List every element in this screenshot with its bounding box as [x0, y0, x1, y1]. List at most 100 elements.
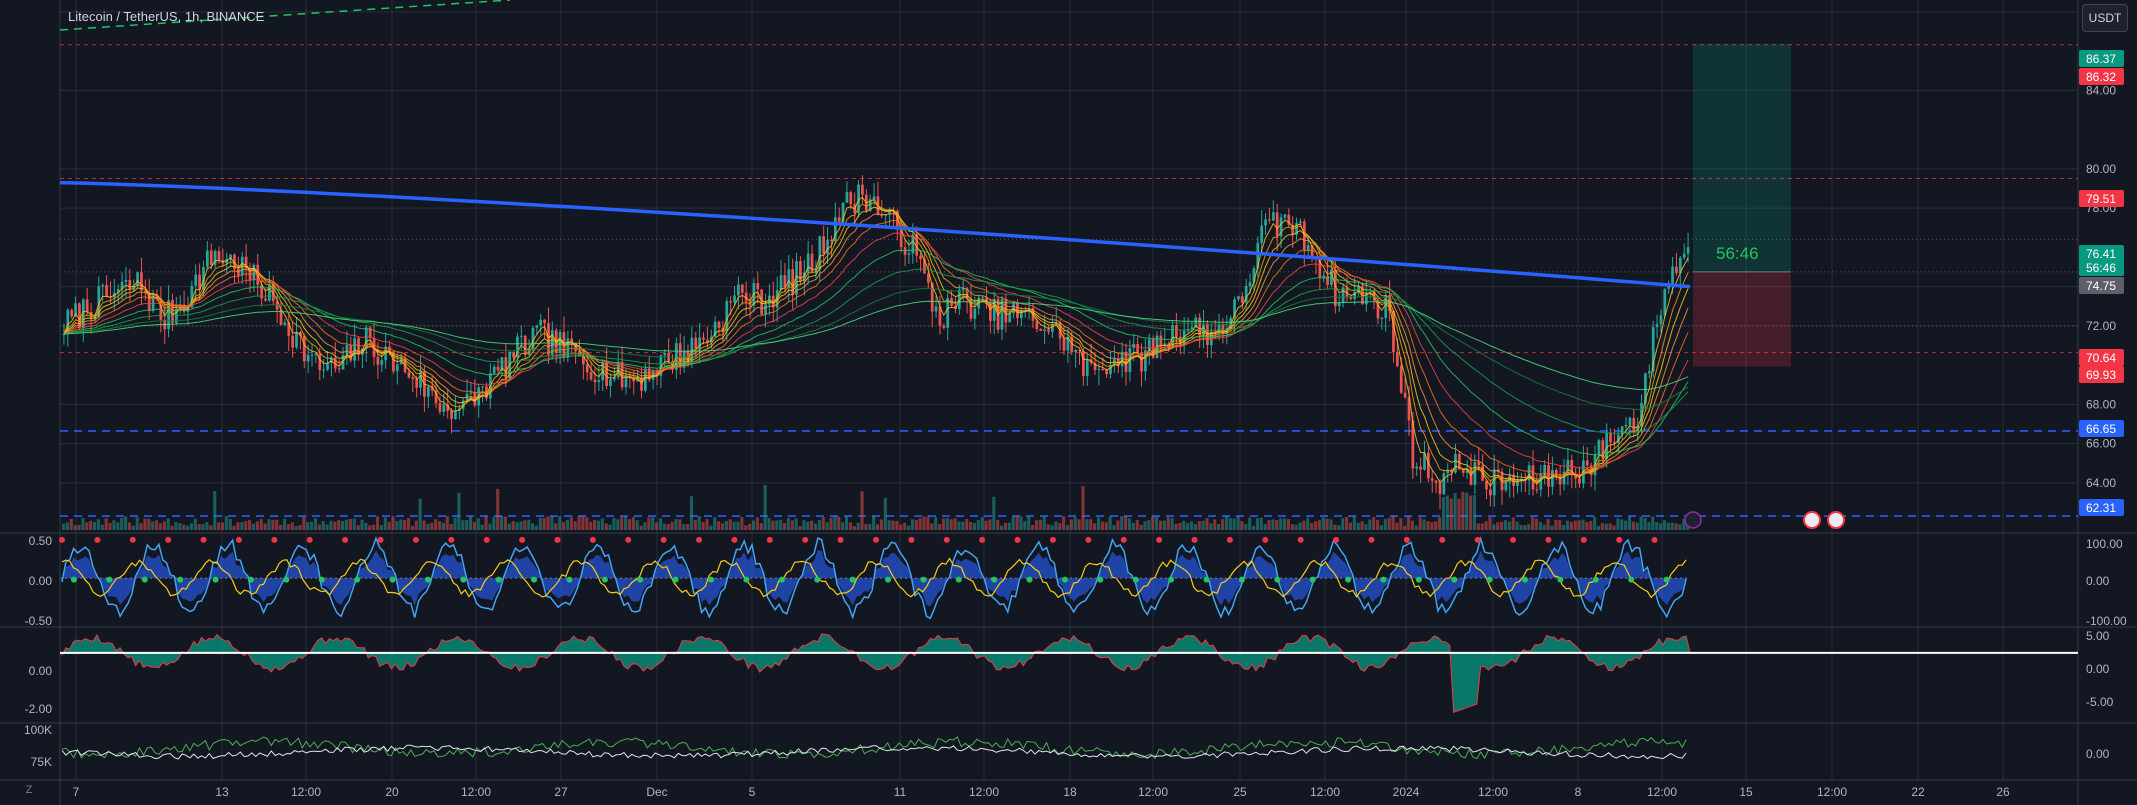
candle-body	[1419, 466, 1422, 470]
signal-dot	[165, 536, 172, 543]
volume-bar	[294, 525, 298, 530]
candle-body	[357, 338, 360, 356]
volume-bar	[755, 517, 759, 530]
candle-body	[764, 304, 767, 315]
indicator-axis-label: 5.00	[2086, 629, 2110, 643]
volume-bar	[1224, 516, 1228, 530]
volume-bar	[1209, 523, 1213, 530]
signal-dot	[460, 576, 467, 583]
signal-dot	[1628, 576, 1635, 583]
volume-bar	[1000, 525, 1004, 530]
volume-bar	[251, 523, 256, 530]
position-target-zone	[1693, 43, 1791, 272]
volume-bar	[445, 516, 449, 530]
volume-bar	[864, 523, 868, 530]
candle-body	[919, 255, 922, 260]
volume-bar	[558, 516, 562, 530]
volume-bar	[651, 517, 655, 530]
signal-dot	[377, 536, 384, 543]
volume-bar	[1325, 518, 1329, 530]
volume-bar	[717, 521, 721, 530]
signal-dot	[1061, 576, 1068, 583]
volume-bar	[1038, 519, 1042, 530]
candle-body	[733, 295, 736, 303]
volume-bar	[895, 520, 899, 530]
volume-bar	[682, 524, 686, 530]
volume-bar	[1461, 491, 1465, 530]
volume-bar	[1112, 525, 1116, 530]
candle-body	[70, 309, 74, 317]
volume-bar	[1348, 522, 1352, 530]
signal-dot	[873, 536, 879, 543]
volume-bar	[333, 521, 337, 530]
volume-bar	[639, 525, 643, 530]
volume-bar	[554, 523, 558, 530]
currency-button[interactable]: USDT	[2082, 4, 2128, 32]
candle-body	[1190, 327, 1194, 330]
volume-bar	[1565, 520, 1570, 530]
volume-bar	[910, 519, 914, 530]
timezone-button[interactable]: Z	[18, 781, 40, 799]
volume-bar	[794, 518, 798, 530]
volume-bar	[1329, 519, 1333, 530]
volume-bar	[616, 519, 620, 530]
volume-bar	[1341, 518, 1345, 530]
signal-dot	[1415, 576, 1422, 583]
chart-canvas[interactable]: 88.0084.0080.0078.0074.0072.0068.0066.00…	[0, 0, 2137, 805]
volume-bar	[655, 522, 659, 530]
volume-bar	[868, 524, 872, 530]
candle-body	[1012, 302, 1015, 314]
indicator-axis-label: 100K	[24, 723, 52, 737]
volume-bar	[1193, 524, 1197, 530]
volume-bar	[151, 521, 155, 530]
volume-bar	[197, 523, 201, 530]
price-badge-label: 66.65	[2086, 422, 2116, 436]
volume-bar	[969, 521, 973, 530]
signal-dot	[424, 576, 431, 583]
volume-bar	[1434, 521, 1438, 530]
candle-body	[1395, 352, 1399, 366]
price-badge-label: 86.32	[2086, 70, 2116, 84]
volume-bar	[1503, 520, 1508, 530]
volume-bar	[1089, 519, 1093, 530]
volume-bar	[461, 520, 465, 530]
volume-bar	[697, 516, 701, 530]
indicator-axis-label: -2.00	[25, 702, 53, 716]
volume-bar	[751, 520, 756, 530]
signal-dot	[342, 536, 349, 543]
candle-body	[1271, 212, 1275, 221]
volume-bar	[383, 517, 387, 530]
candle-body	[1264, 219, 1267, 226]
time-axis-label: 27	[554, 785, 568, 799]
volume-bar	[527, 519, 531, 530]
volume-bar	[918, 518, 922, 530]
volume-bar	[1658, 523, 1663, 530]
volume-bar	[1379, 525, 1384, 530]
signal-dot	[129, 536, 136, 543]
volume-bar	[1217, 523, 1221, 530]
signal-dot	[1368, 536, 1375, 543]
volume-bar	[519, 521, 523, 530]
candle-body	[380, 360, 384, 365]
volume-bar	[728, 519, 732, 530]
volume-bar	[786, 517, 790, 530]
volume-bar	[1251, 525, 1256, 530]
candle-body	[1430, 478, 1434, 481]
signal-dot	[802, 536, 809, 543]
signal-dot	[979, 536, 986, 543]
signal-dot	[837, 536, 844, 543]
volume-bar	[1306, 517, 1310, 530]
volume-bar	[236, 522, 240, 530]
symbol-title[interactable]: Litecoin / TetherUS, 1h, BINANCE	[68, 9, 264, 24]
volume-bar	[585, 517, 589, 530]
candle-body	[264, 298, 267, 301]
candle-body	[1489, 489, 1492, 496]
volume-bar	[1158, 520, 1163, 530]
time-axis-label: 13	[215, 785, 229, 799]
signal-dot	[519, 536, 526, 543]
candle-body	[337, 368, 341, 370]
candle-body	[729, 301, 732, 303]
signal-dot	[94, 536, 101, 543]
volume-bar	[414, 520, 418, 530]
candle-body	[1326, 275, 1329, 285]
